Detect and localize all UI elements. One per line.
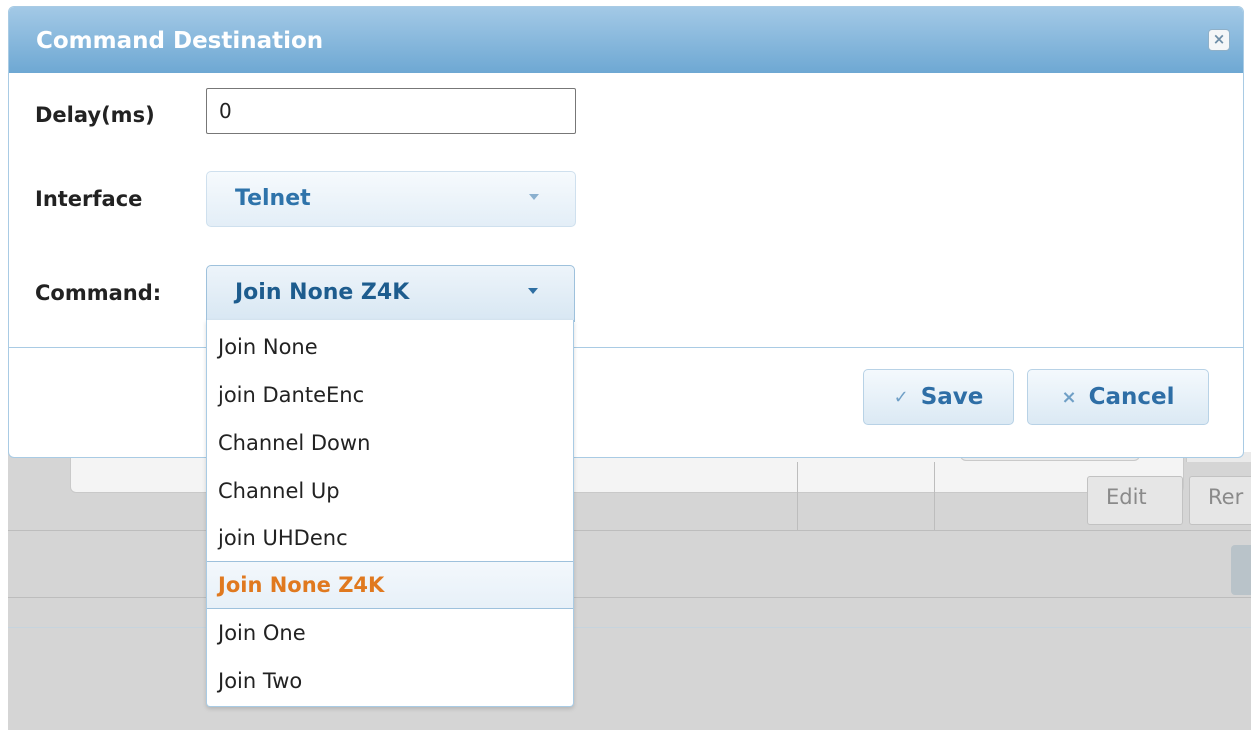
dropdown-option[interactable]: Channel Down xyxy=(207,419,573,467)
background-divider xyxy=(8,597,1251,598)
dropdown-option[interactable]: Join One xyxy=(207,609,573,657)
dropdown-option[interactable]: Join Two xyxy=(207,657,573,705)
chevron-down-icon xyxy=(529,194,539,200)
cancel-button-label: Cancel xyxy=(1088,384,1175,410)
chevron-down-icon xyxy=(528,288,538,294)
delay-label: Delay(ms) xyxy=(35,103,155,127)
delay-input[interactable] xyxy=(206,88,576,134)
dropdown-option-selected[interactable]: Join None Z4K xyxy=(207,561,573,609)
dropdown-option[interactable]: join DanteEnc xyxy=(207,371,573,419)
checkmark-icon: ✓ xyxy=(893,386,909,408)
command-select[interactable]: Join None Z4K xyxy=(206,265,575,322)
dialog-title: Command Destination xyxy=(36,28,324,54)
save-button[interactable]: ✓ Save xyxy=(863,369,1014,425)
command-label: Command: xyxy=(35,281,162,305)
interface-label: Interface xyxy=(35,187,143,211)
background-edit-button: Edit xyxy=(1087,476,1183,525)
command-dropdown-list: Join None join DanteEnc Channel Down Cha… xyxy=(206,320,574,707)
command-destination-dialog: Command Destination × Delay(ms) Interfac… xyxy=(8,6,1244,458)
dialog-footer-divider xyxy=(9,347,1243,348)
background-divider xyxy=(8,530,1251,531)
dropdown-option[interactable]: Join None xyxy=(207,323,573,371)
close-icon[interactable]: × xyxy=(1208,29,1230,51)
background-page xyxy=(8,452,1251,730)
dialog-titlebar[interactable]: Command Destination × xyxy=(9,7,1243,73)
cancel-button[interactable]: × Cancel xyxy=(1027,369,1209,425)
dropdown-option[interactable]: join UHDenc xyxy=(207,514,573,562)
background-column-divider xyxy=(934,462,935,530)
close-icon: × xyxy=(1061,386,1077,408)
background-scroll-handle xyxy=(1231,545,1251,595)
background-column-divider xyxy=(797,462,798,530)
command-select-value: Join None Z4K xyxy=(235,280,410,305)
interface-select-value: Telnet xyxy=(235,186,311,211)
background-remove-button: Rer xyxy=(1189,476,1251,525)
background-divider xyxy=(8,627,1251,628)
interface-select[interactable]: Telnet xyxy=(206,171,576,227)
save-button-label: Save xyxy=(920,384,984,410)
dropdown-option[interactable]: Channel Up xyxy=(207,467,573,515)
